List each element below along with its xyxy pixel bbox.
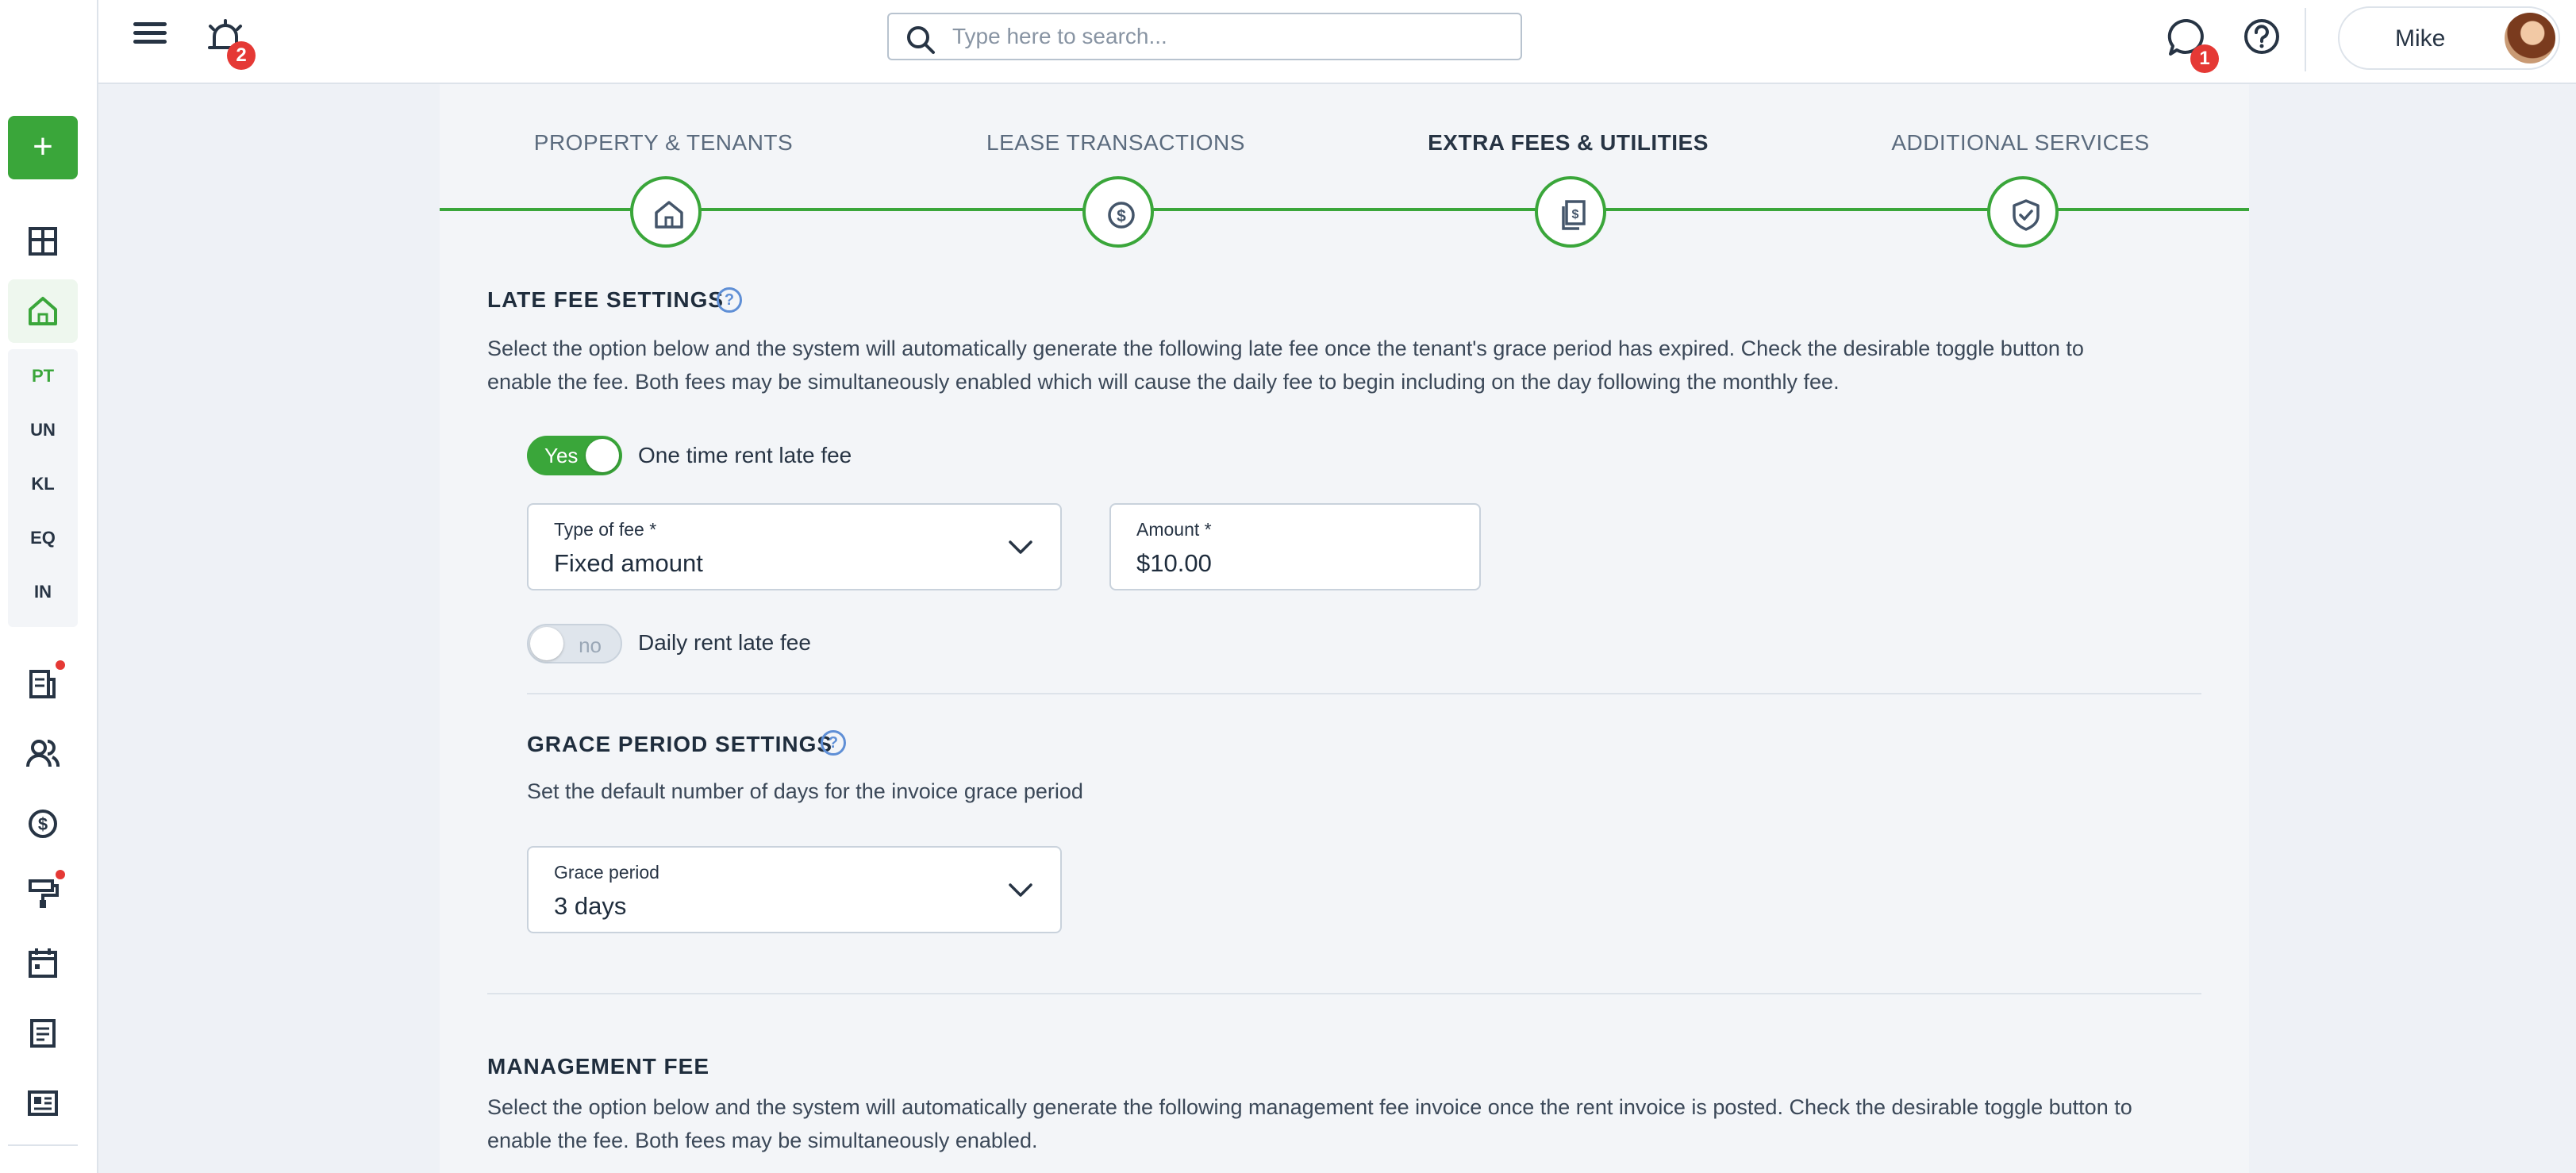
menu-icon[interactable] — [132, 19, 168, 56]
people-icon[interactable] — [21, 732, 65, 776]
dollar-coin-icon: $ — [1108, 202, 1135, 229]
search-input[interactable] — [952, 21, 1508, 52]
messages-icon[interactable]: 1 — [2165, 16, 2219, 73]
calendar-icon[interactable] — [21, 941, 65, 986]
management-fee-description: Select the option below and the system w… — [487, 1095, 2132, 1152]
step-extra-fees-circle[interactable]: $ — [1535, 176, 1606, 248]
header-divider — [2305, 8, 2306, 71]
add-button[interactable]: + — [8, 116, 78, 179]
messages-badge: 1 — [2190, 44, 2219, 73]
sidebar-divider — [8, 1144, 78, 1146]
maintenance-alert-dot — [56, 870, 65, 879]
grace-period-help-icon[interactable]: ? — [821, 730, 846, 756]
one-time-late-fee-label: One time rent late fee — [638, 443, 852, 467]
finance-dollar-icon[interactable]: $ — [21, 802, 65, 846]
submenu-item-in[interactable]: IN — [8, 565, 78, 619]
submenu-item-kl[interactable]: KL — [8, 457, 78, 511]
step-extra-fees-utilities[interactable]: EXTRA FEES & UTILITIES — [1370, 130, 1767, 156]
management-fee-title: MANAGEMENT FEE — [487, 1054, 709, 1079]
submenu-item-pt[interactable]: PT — [8, 349, 78, 403]
top-bar: 2 1 Mike — [0, 0, 2576, 84]
grace-period-settings-title: GRACE PERIOD SETTINGS — [527, 732, 833, 756]
divider — [487, 993, 2201, 994]
step-services-circle[interactable] — [1987, 176, 2059, 248]
submenu-item-un[interactable]: UN — [8, 403, 78, 457]
logo-area — [0, 0, 98, 84]
step-property-circle[interactable] — [630, 176, 702, 248]
late-fee-help-icon[interactable]: ? — [717, 287, 742, 313]
notifications-badge: 2 — [227, 41, 256, 70]
user-menu[interactable]: Mike — [2338, 6, 2560, 70]
grace-period-description: Set the default number of days for the i… — [527, 779, 1083, 803]
listings-icon[interactable] — [21, 1081, 65, 1125]
svg-text:$: $ — [1572, 208, 1579, 221]
submenu-item-eq[interactable]: EQ — [8, 511, 78, 565]
search-icon — [907, 26, 935, 54]
svg-text:$: $ — [38, 814, 48, 834]
daily-late-fee-label: Daily rent late fee — [638, 630, 811, 655]
house-icon — [655, 201, 683, 229]
dashboard-icon[interactable] — [21, 219, 65, 263]
sidebar: + PT UN KL EQ IN $ — [0, 84, 98, 1173]
properties-home-icon[interactable] — [8, 279, 78, 343]
help-icon[interactable] — [2243, 17, 2281, 56]
chevron-down-icon — [1009, 883, 1032, 897]
reports-alert-dot — [56, 660, 65, 670]
svg-text:$: $ — [1117, 207, 1126, 225]
chevron-down-icon — [1009, 540, 1032, 554]
step-property-tenants[interactable]: PROPERTY & TENANTS — [465, 130, 862, 156]
settings-card — [440, 84, 2249, 1173]
stepper-line — [440, 208, 2249, 211]
daily-late-fee-toggle[interactable]: no — [527, 624, 622, 663]
step-lease-circle[interactable]: $ — [1082, 176, 1154, 248]
property-submenu: PT UN KL EQ IN — [8, 349, 78, 627]
divider — [527, 693, 2201, 694]
type-of-fee-select[interactable]: Type of fee * Fixed amount — [527, 503, 1062, 590]
shield-check-icon — [2013, 199, 2040, 231]
user-name: Mike — [2395, 25, 2446, 52]
amount-field[interactable]: Amount * $10.00 — [1109, 503, 1481, 590]
bills-icon: $ — [1562, 200, 1586, 230]
late-fee-description: Select the option below and the system w… — [487, 337, 2084, 394]
notifications-bell-icon[interactable]: 2 — [203, 16, 256, 70]
one-time-late-fee-toggle[interactable]: Yes — [527, 436, 622, 475]
search-box[interactable] — [887, 13, 1522, 60]
grace-period-select[interactable]: Grace period 3 days — [527, 846, 1062, 933]
documents-icon[interactable] — [21, 1011, 65, 1056]
step-additional-services[interactable]: ADDITIONAL SERVICES — [1822, 130, 2219, 156]
avatar — [2505, 13, 2555, 63]
step-lease-transactions[interactable]: LEASE TRANSACTIONS — [917, 130, 1314, 156]
late-fee-settings-title: LATE FEE SETTINGS — [487, 287, 725, 312]
